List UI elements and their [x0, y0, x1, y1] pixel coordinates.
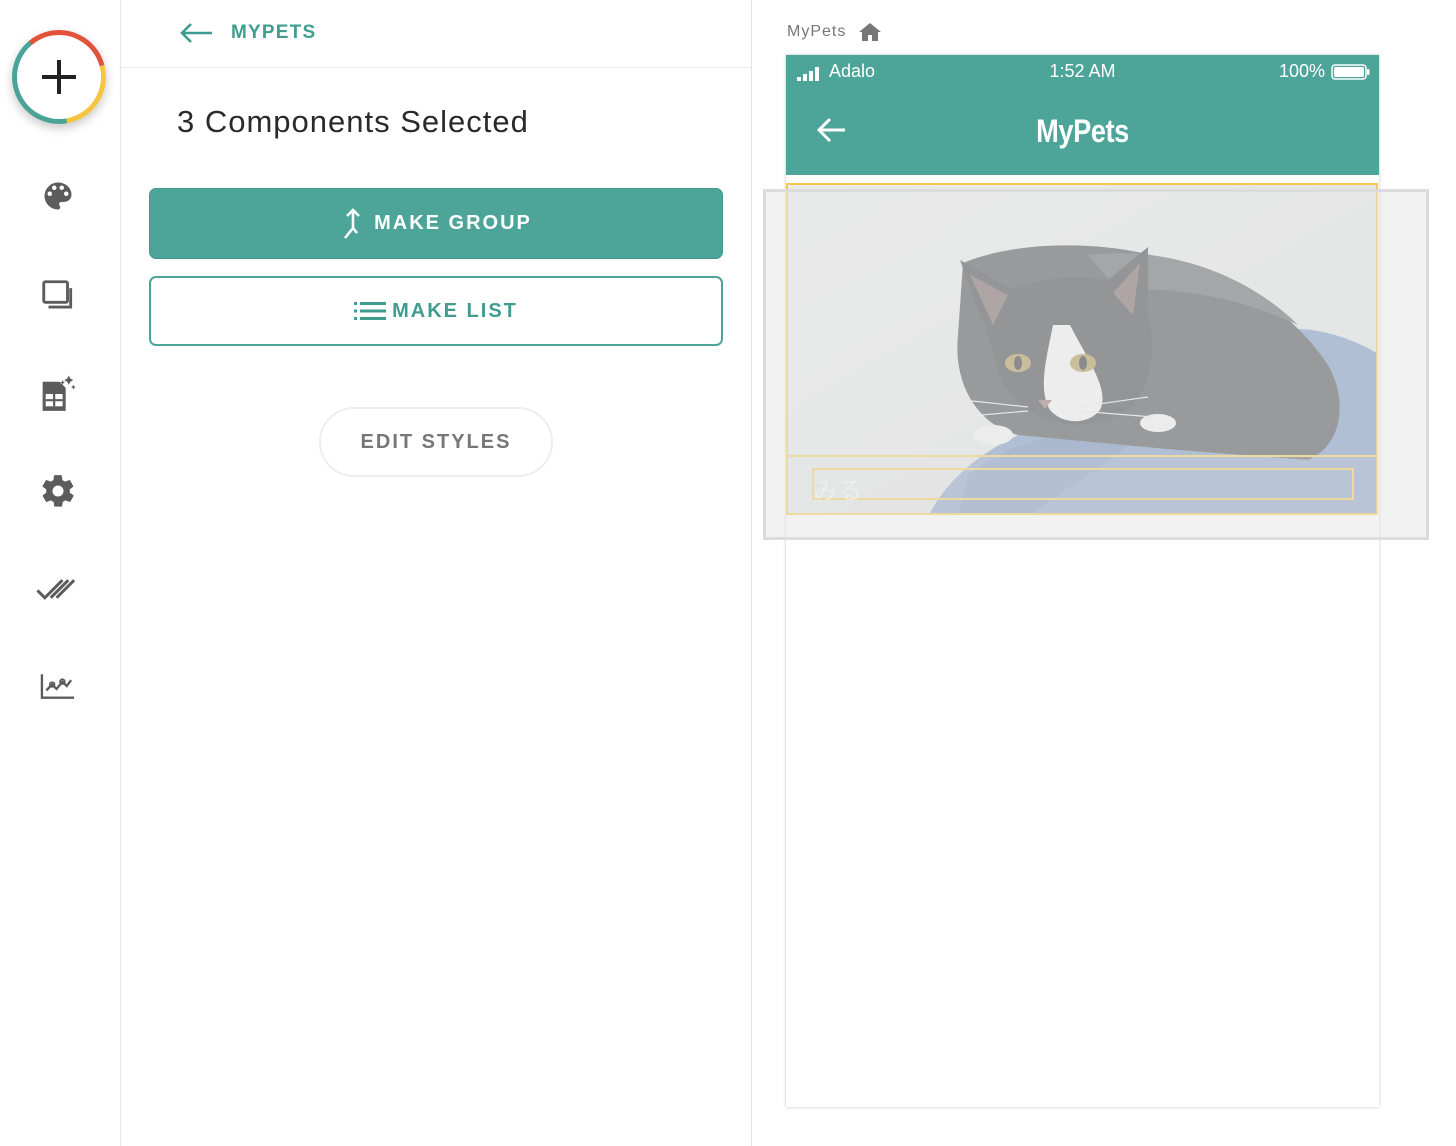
- screens-icon: [42, 280, 73, 309]
- home-icon: [859, 23, 882, 41]
- make-list-button[interactable]: MAKE LIST: [149, 276, 723, 346]
- database-icon: [42, 375, 76, 411]
- app-name-label: MYPETS: [231, 22, 317, 43]
- make-list-label: MAKE LIST: [392, 299, 518, 322]
- properties-panel: MYPETS 3 Components Selected MAKE GROUP …: [121, 0, 752, 1146]
- branding-button[interactable]: [34, 172, 82, 220]
- arrow-left-icon: [180, 23, 212, 43]
- app-bar-title: MyPets: [1036, 113, 1129, 149]
- screen-breadcrumb[interactable]: MyPets: [787, 22, 882, 42]
- selection-title: 3 Components Selected: [177, 104, 529, 139]
- screen-name-label: MyPets: [787, 23, 847, 40]
- left-toolbar: [0, 0, 121, 1146]
- edit-styles-label: EDIT STYLES: [360, 430, 512, 453]
- panel-header: MYPETS: [121, 0, 751, 68]
- app-bar[interactable]: Adalo 1:52 AM 100% MyPets: [786, 55, 1379, 175]
- add-component-button[interactable]: [12, 30, 106, 124]
- back-to-app-link[interactable]: MYPETS: [179, 18, 316, 48]
- analytics-button[interactable]: [34, 662, 82, 710]
- battery-label: 100%: [1278, 61, 1325, 81]
- make-group-label: MAKE GROUP: [374, 212, 532, 234]
- palette-icon: [44, 182, 72, 210]
- settings-button[interactable]: [34, 467, 82, 515]
- editor-canvas: MyPets Adalo 1:52 AM 100% MyPets: [752, 0, 1456, 1146]
- battery-icon: [1331, 63, 1370, 80]
- text-component[interactable]: みる: [812, 468, 1354, 505]
- make-group-button[interactable]: MAKE GROUP: [149, 188, 723, 259]
- list-icon: [354, 302, 387, 320]
- edit-styles-button[interactable]: EDIT STYLES: [319, 407, 553, 477]
- publish-checks-button[interactable]: [34, 565, 82, 613]
- checklist-icon: [36, 579, 76, 600]
- screens-button[interactable]: [34, 272, 82, 320]
- text-component-value: みる: [814, 477, 862, 505]
- plus-icon: [42, 60, 76, 94]
- merge-icon: [344, 207, 361, 239]
- database-button[interactable]: [34, 370, 82, 418]
- analytics-icon: [40, 674, 75, 699]
- gear-icon: [42, 475, 74, 507]
- status-bar: Adalo 1:52 AM 100%: [786, 55, 1379, 87]
